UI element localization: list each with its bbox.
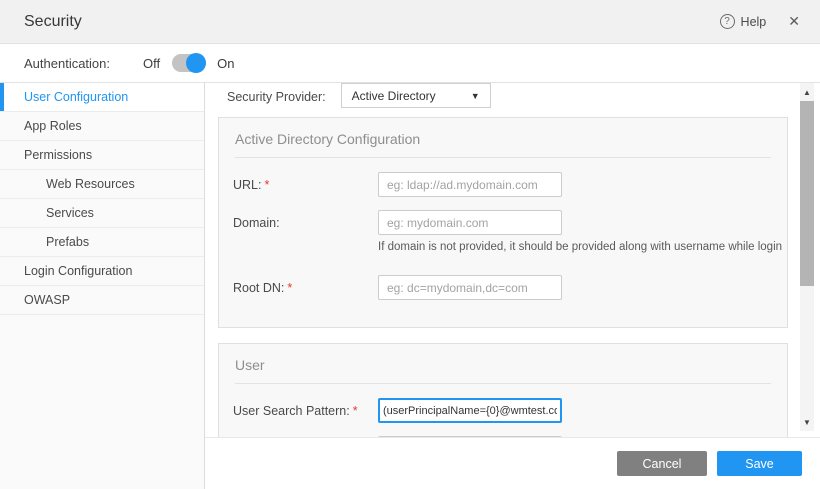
body: User Configuration App Roles Permissions… <box>0 82 820 489</box>
security-window: Security ? Help ✕ Authentication: Off On… <box>0 0 820 489</box>
security-provider-select[interactable]: Active Directory ▼ <box>341 83 491 108</box>
label-text: Root DN: <box>233 281 284 295</box>
authentication-toggle[interactable] <box>172 54 205 72</box>
main-panel: Security Provider: Active Directory ▼ Ac… <box>205 83 820 489</box>
authentication-bar: Authentication: Off On <box>0 44 820 82</box>
domain-field[interactable] <box>378 210 562 235</box>
chevron-down-icon: ▼ <box>471 91 480 101</box>
toggle-knob <box>186 53 206 73</box>
scroll-up-icon[interactable]: ▲ <box>800 85 814 99</box>
user-search-pattern-field[interactable] <box>378 398 562 423</box>
root-dn-field[interactable] <box>378 275 562 300</box>
header-actions: ? Help ✕ <box>720 13 800 30</box>
window-header: Security ? Help ✕ <box>0 0 820 44</box>
label-text: User Search Pattern: <box>233 404 350 418</box>
sidebar-item-web-resources[interactable]: Web Resources <box>0 170 204 199</box>
url-label: URL:* <box>233 178 378 192</box>
scroll-down-icon[interactable]: ▼ <box>800 415 814 429</box>
close-icon[interactable]: ✕ <box>788 13 800 30</box>
active-directory-configuration-section: Active Directory Configuration URL:* Dom… <box>218 117 788 328</box>
label-text: URL: <box>233 178 261 192</box>
field-row-url: URL:* <box>233 172 771 197</box>
sidebar: User Configuration App Roles Permissions… <box>0 83 205 489</box>
scrollbar-thumb[interactable] <box>800 101 814 286</box>
help-button[interactable]: ? Help <box>720 14 767 29</box>
url-field[interactable] <box>378 172 562 197</box>
help-label: Help <box>741 15 767 29</box>
field-row-user-search-pattern: User Search Pattern:* <box>233 398 771 423</box>
help-icon: ? <box>720 14 735 29</box>
label-text: Domain: <box>233 216 280 230</box>
sidebar-item-prefabs[interactable]: Prefabs <box>0 228 204 257</box>
authentication-label: Authentication: <box>24 56 110 71</box>
section-fields: User Search Pattern:* Test Username:* <box>219 384 787 437</box>
domain-label: Domain: <box>233 216 378 230</box>
required-asterisk: * <box>353 404 358 418</box>
sidebar-item-owasp[interactable]: OWASP <box>0 286 204 315</box>
sidebar-item-app-roles[interactable]: App Roles <box>0 112 204 141</box>
sidebar-item-permissions[interactable]: Permissions <box>0 141 204 170</box>
security-provider-label: Security Provider: <box>227 90 326 104</box>
sidebar-item-services[interactable]: Services <box>0 199 204 228</box>
user-section: User User Search Pattern:* Test Username… <box>218 343 788 437</box>
required-asterisk: * <box>264 178 269 192</box>
section-title: Active Directory Configuration <box>219 118 787 157</box>
section-fields: URL:* Domain: If domain is not provided,… <box>219 158 787 327</box>
section-title: User <box>219 344 787 383</box>
user-search-pattern-label: User Search Pattern:* <box>233 404 378 418</box>
vertical-scrollbar[interactable]: ▲ ▼ <box>800 83 814 431</box>
root-dn-label: Root DN:* <box>233 281 378 295</box>
page-title: Security <box>24 13 82 31</box>
scroll-content: Security Provider: Active Directory ▼ Ac… <box>205 83 800 437</box>
toggle-on-label: On <box>217 56 234 71</box>
security-provider-value: Active Directory <box>352 89 436 103</box>
cancel-button[interactable]: Cancel <box>617 451 707 476</box>
domain-helper-text: If domain is not provided, it should be … <box>378 241 771 253</box>
field-row-domain: Domain: <box>233 210 771 235</box>
sidebar-item-login-configuration[interactable]: Login Configuration <box>0 257 204 286</box>
action-footer: Cancel Save <box>205 437 820 489</box>
save-button[interactable]: Save <box>717 451 802 476</box>
required-asterisk: * <box>287 281 292 295</box>
field-row-root-dn: Root DN:* <box>233 275 771 300</box>
toggle-off-label: Off <box>143 56 160 71</box>
security-provider-row: Security Provider: Active Directory ▼ <box>205 83 800 108</box>
sidebar-item-user-configuration[interactable]: User Configuration <box>0 83 204 112</box>
